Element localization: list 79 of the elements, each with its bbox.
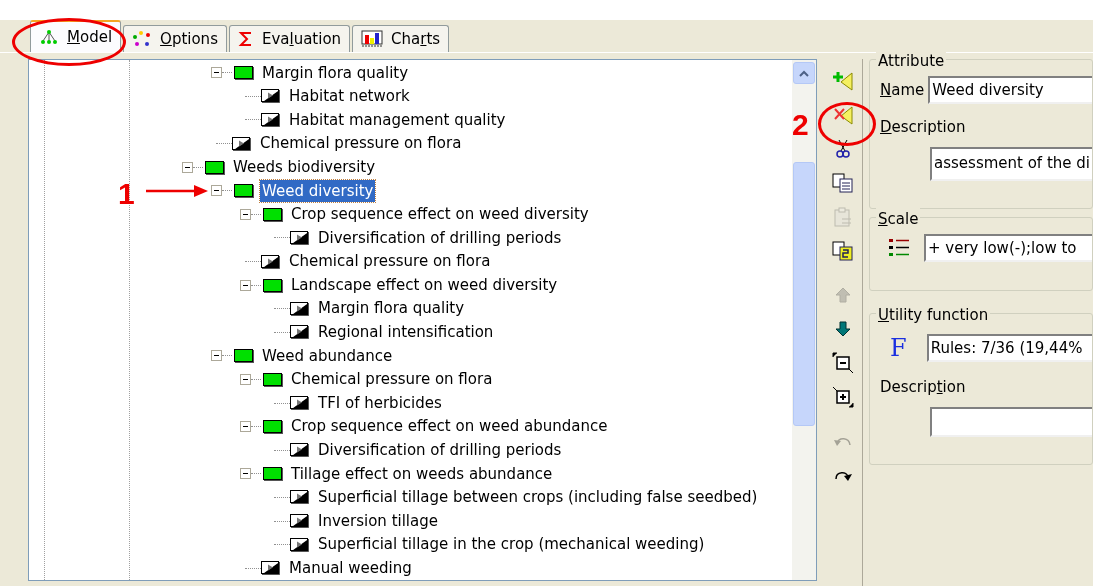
node-icon [234,66,253,80]
node-icon [263,420,282,434]
play-box-icon [261,89,280,104]
callout-number: 1 [118,179,135,209]
dots-icon [132,31,153,47]
tree-item[interactable]: Superficial tillage between crops (including false seedbed) [316,486,760,509]
play-box-icon [290,537,309,552]
collapse-icon[interactable] [240,468,251,480]
scale-field[interactable]: + very low(-);low to [924,234,1092,262]
play-box-icon [290,443,309,458]
tree-item[interactable]: Weeds biodiversity [231,155,378,179]
rules-field[interactable]: Rules: 7/36 (19,44% [926,334,1092,362]
collapse-icon[interactable] [240,374,251,385]
tree-item[interactable]: Landscape effect on weed diversity [289,273,560,297]
play-box-icon [290,325,309,340]
name-field[interactable]: Weed diversity [928,76,1092,104]
node-icon [263,207,282,221]
tree-item[interactable]: Margin flora quality [316,297,467,320]
play-box-icon [232,136,251,151]
tree-item[interactable]: Crop sequence effect on weed diversity [289,203,591,226]
tree-item[interactable]: Chemical pressure on flora [287,250,493,273]
play-box-icon [261,113,280,127]
sigma-icon [237,31,254,47]
collapse-icon[interactable] [182,161,193,173]
field-label: Description [880,117,967,138]
tree-item[interactable]: Regional intensification [316,321,496,344]
scroll-thumb[interactable] [793,162,816,426]
tree-item[interactable]: Chemical pressure on flora [258,132,464,155]
arrow [146,184,208,198]
tree-item[interactable]: Margin flora quality [260,61,411,85]
field-label: Description [880,377,967,398]
bar-chart-icon [361,30,384,48]
callout-number: 2 [792,110,809,140]
highlight-ellipse [818,102,876,146]
collapse-icon[interactable] [211,67,222,79]
node-icon [263,373,282,386]
tree-item[interactable]: Diversification of drilling periods [316,439,564,462]
tree-item[interactable]: Crop sequence effect on weed abundance [289,415,610,438]
play-box-icon [290,490,309,505]
tree-item[interactable]: Habitat network [287,85,412,108]
node-icon [234,184,253,198]
node-icon [263,467,282,481]
node-icon [205,160,224,174]
tab[interactable]: Model [30,20,122,52]
description-field[interactable]: assessment of the di [930,146,1092,181]
collapse-icon[interactable] [240,421,251,433]
tab[interactable]: Charts [352,25,450,52]
tree-item[interactable]: Chemical pressure on flora [289,368,495,391]
collapse-icon[interactable] [240,279,251,291]
tree-item[interactable]: Superficial tillage in the crop (mechanical weeding) [316,533,707,556]
tree-item[interactable]: Habitat management quality [287,108,508,132]
tree-item[interactable]: Weed abundance [260,344,395,368]
description-field[interactable] [930,406,1092,437]
play-box-icon [290,230,309,245]
collapse-icon[interactable] [211,350,222,362]
tree-item[interactable]: Diversification of drilling periods [316,226,564,250]
caret-icon [799,69,810,77]
tree-item[interactable]: Weed diversity [260,179,376,202]
node-icon [263,278,282,292]
collapse-icon[interactable] [240,208,251,220]
list-icon [888,237,910,259]
play-box-icon [290,514,309,529]
play-box-icon [290,396,309,411]
scroll-up-button[interactable] [793,62,816,84]
play-box-icon [261,561,280,576]
play-box-icon [290,301,309,316]
scrollbar[interactable] [792,60,817,580]
tree-item[interactable]: Manual weeding [287,557,414,580]
collapse-icon[interactable] [211,185,222,197]
tree-icon [39,29,59,45]
tree-item[interactable]: TFI of herbicides [316,391,444,415]
tab[interactable]: Evaluation [228,25,351,52]
field-label: Name [880,79,925,101]
tab[interactable]: Options [123,25,227,52]
tree-item[interactable]: Inversion tillage [316,509,440,533]
function-icon: F [890,330,907,366]
node-icon [234,349,253,363]
play-box-icon [261,254,280,269]
tree-item[interactable]: Tillage effect on weeds abundance [289,462,555,486]
